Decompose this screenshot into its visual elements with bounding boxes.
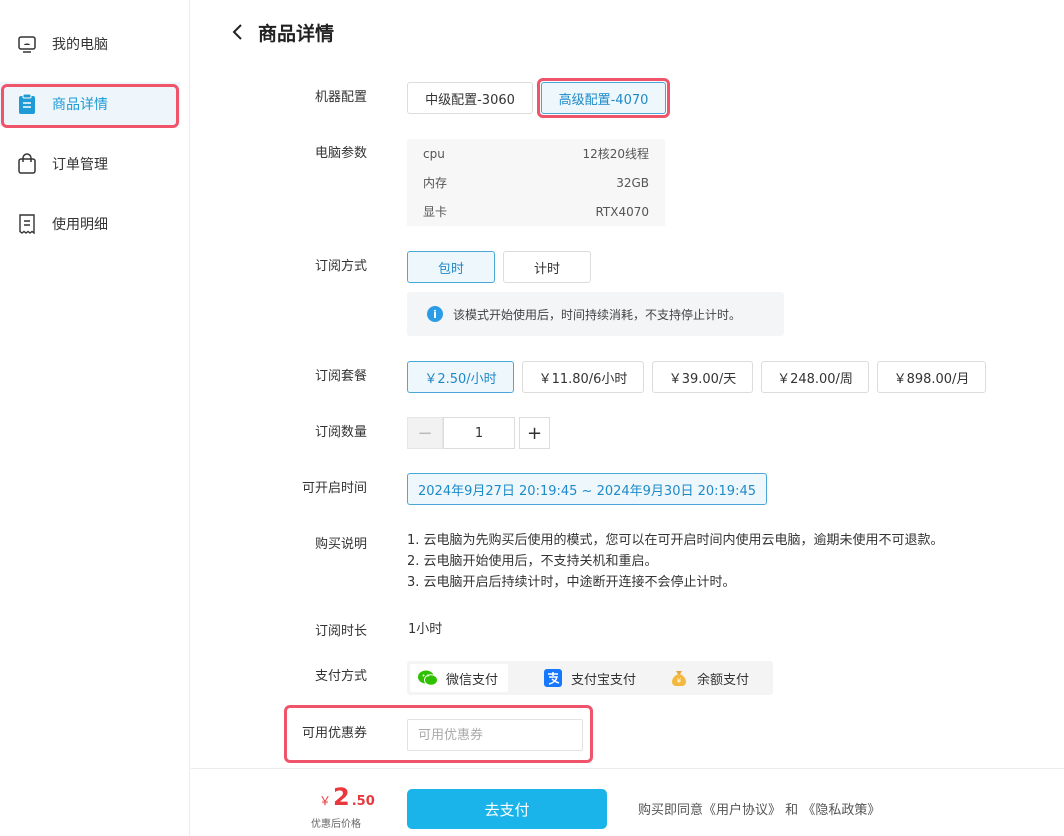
subscription-mode-label: 订阅方式 — [314, 259, 367, 274]
plans-label: 订阅套餐 — [314, 369, 367, 384]
mode-option-package[interactable]: 包时 — [407, 251, 495, 283]
param-value: RTX4070 — [595, 204, 649, 219]
svg-text:¥: ¥ — [677, 677, 682, 685]
sidebar-item-label: 我的电脑 — [52, 37, 108, 53]
privacy-policy-link[interactable]: 《隐私政策》 — [802, 803, 880, 818]
page-title: 商品详情 — [258, 22, 335, 45]
plan-option-hour[interactable]: ￥2.50/小时 — [407, 361, 514, 393]
start-time-range[interactable]: 2024年9月27日 20:19:45 ~ 2024年9月30日 20:19:4… — [407, 473, 767, 505]
checkout-footer: ￥ 2 .50 优惠后价格 去支付 购买即同意《用户协议》 和 《隐私政策》 — [191, 768, 1064, 836]
price-note: 优惠后价格 — [311, 819, 361, 830]
mode-option-timed[interactable]: 计时 — [503, 251, 591, 283]
payment-option-label: 支付宝支付 — [571, 672, 637, 688]
note-line: 2. 云电脑开始使用后，不支持关机和重启。 — [407, 554, 658, 569]
sidebar-item-usage[interactable]: 使用明细 — [0, 202, 180, 246]
plan-option-day[interactable]: ￥39.00/天 — [652, 361, 753, 393]
money-bag-icon: ¥ — [669, 668, 689, 688]
param-key: 内存 — [423, 176, 448, 190]
coupon-label: 可用优惠券 — [301, 726, 367, 741]
user-agreement-link[interactable]: 《用户协议》 — [703, 803, 781, 818]
duration-value: 1小时 — [408, 622, 443, 637]
config-option-mid[interactable]: 中级配置-3060 — [407, 82, 533, 114]
params-row: cpu 12核20线程 — [407, 139, 665, 168]
pay-button[interactable]: 去支付 — [407, 789, 607, 829]
chevron-left-icon[interactable] — [226, 18, 250, 46]
payment-method-tabs: 微信支付 支付宝支付 ¥ 余额支付 — [407, 661, 773, 695]
shopping-bag-icon — [16, 153, 38, 175]
note-line: 1. 云电脑为先购买后使用的模式，您可以在可开启时间内使用云电脑，逾期未使用不可… — [407, 533, 944, 548]
sidebar-item-label: 订单管理 — [52, 157, 108, 173]
final-price: ￥ 2 .50 — [319, 783, 375, 811]
wechat-icon — [418, 668, 438, 688]
agree-and: 和 — [785, 803, 799, 818]
payment-option-wechat[interactable]: 微信支付 — [410, 664, 509, 692]
machine-config-label: 机器配置 — [314, 90, 367, 105]
price-currency: ￥ — [319, 794, 332, 808]
sidebar-item-label: 使用明细 — [52, 217, 108, 233]
params-row: 内存 32GB — [407, 168, 665, 197]
alipay-icon — [543, 668, 563, 688]
mode-info-banner: i 该模式开始使用后，时间持续消耗，不支持停止计时。 — [407, 292, 784, 336]
sidebar-item-label: 商品详情 — [52, 97, 108, 113]
agreement-text: 购买即同意《用户协议》 和 《隐私政策》 — [638, 799, 880, 818]
payment-option-balance[interactable]: ¥ 余额支付 — [661, 664, 759, 692]
plan-option-6hours[interactable]: ￥11.80/6小时 — [522, 361, 644, 393]
payment-label: 支付方式 — [314, 669, 367, 684]
monitor-icon — [16, 33, 38, 55]
payment-option-label: 余额支付 — [697, 672, 750, 688]
price-decimal: .50 — [351, 794, 375, 809]
config-option-high[interactable]: 高级配置-4070 — [541, 82, 666, 114]
param-value: 32GB — [616, 175, 649, 190]
params-table: cpu 12核20线程 内存 32GB 显卡 RTX4070 — [407, 139, 665, 226]
payment-option-label: 微信支付 — [446, 672, 499, 688]
params-label: 电脑参数 — [314, 146, 367, 161]
params-row: 显卡 RTX4070 — [407, 197, 665, 226]
quantity-plus-button[interactable]: + — [519, 417, 550, 449]
page-header: 商品详情 — [226, 18, 334, 46]
plan-option-month[interactable]: ￥898.00/月 — [877, 361, 986, 393]
note-line: 3. 云电脑开启后持续计时，中途断开连接不会停止计时。 — [407, 575, 736, 590]
sidebar: 我的电脑 商品详情 订单管理 使用明细 — [0, 0, 190, 836]
quantity-input[interactable]: 1 — [443, 417, 515, 449]
mode-info-text: 该模式开始使用后，时间持续消耗，不支持停止计时。 — [453, 307, 742, 322]
clipboard-icon — [16, 93, 38, 115]
quantity-minus-button[interactable]: − — [407, 417, 443, 449]
sidebar-item-my-computer[interactable]: 我的电脑 — [0, 22, 180, 66]
start-time-label: 可开启时间 — [301, 481, 367, 496]
agree-prefix: 购买即同意 — [638, 803, 704, 818]
receipt-icon — [16, 213, 38, 235]
quantity-label: 订阅数量 — [314, 425, 367, 440]
price-integer: 2 — [333, 783, 350, 811]
param-value: 12核20线程 — [582, 147, 649, 161]
param-key: cpu — [423, 146, 445, 161]
notes-label: 购买说明 — [314, 537, 367, 552]
param-key: 显卡 — [423, 205, 448, 219]
duration-label: 订阅时长 — [314, 624, 367, 639]
plan-option-week[interactable]: ￥248.00/周 — [761, 361, 869, 393]
sidebar-item-product-details[interactable]: 商品详情 — [0, 82, 180, 126]
coupon-input[interactable] — [407, 719, 583, 751]
payment-option-alipay[interactable]: 支付宝支付 — [535, 664, 646, 692]
purchase-notes: 1. 云电脑为先购买后使用的模式，您可以在可开启时间内使用云电脑，逾期未使用不可… — [407, 530, 944, 593]
info-icon: i — [427, 306, 443, 322]
sidebar-item-orders[interactable]: 订单管理 — [0, 142, 180, 186]
